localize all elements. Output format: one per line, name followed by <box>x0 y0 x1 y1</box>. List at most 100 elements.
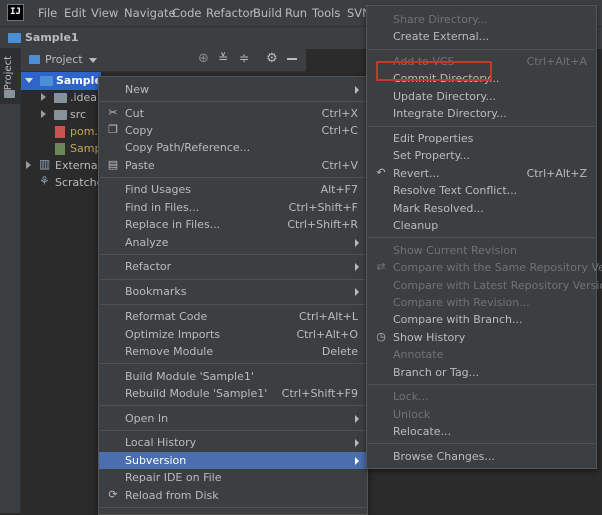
menu-item-compare-latest[interactable]: Compare with Latest Repository Version <box>367 277 602 294</box>
editor-area <box>369 465 602 513</box>
menu-item-analyze[interactable]: Analyze <box>99 234 367 251</box>
menu-separator <box>100 304 366 305</box>
menu-item-compare-revision[interactable]: Compare with Revision... <box>367 294 596 311</box>
menu-item-compare-same[interactable]: ⇄Compare with the Same Repository Versio… <box>367 259 602 276</box>
menu-item-paste[interactable]: ▤ Paste Ctrl+V <box>99 157 367 174</box>
menu-item-mark-resolved[interactable]: Mark Resolved... <box>367 200 596 217</box>
menu-item-lock[interactable]: Lock... <box>367 388 596 405</box>
menu-view[interactable]: View <box>91 6 118 20</box>
menu-item-local-history[interactable]: Local History <box>99 434 367 451</box>
subversion-submenu: Share Directory... Create External... Ad… <box>366 5 602 469</box>
expand-all-icon[interactable]: ≚ <box>218 51 228 65</box>
menu-separator <box>100 363 366 364</box>
menu-item-annotate[interactable]: Annotate <box>367 346 596 363</box>
menu-item-compare-branch[interactable]: Compare with Branch... <box>367 311 596 328</box>
menu-item-new[interactable]: New <box>99 81 367 98</box>
tree-src-label: src <box>70 108 87 121</box>
panel-dropdown-icon[interactable] <box>89 58 97 63</box>
menu-item-copy[interactable]: ❐ Copy Ctrl+C <box>99 122 367 139</box>
menu-item-subversion[interactable]: Subversion <box>99 452 367 469</box>
menu-code[interactable]: Code <box>172 6 201 20</box>
tree-row-src[interactable]: src <box>21 106 101 124</box>
menu-item-set-property[interactable]: Set Property... <box>367 147 596 164</box>
folder-icon <box>54 110 67 120</box>
tree-row-idea[interactable]: .idea <box>21 89 101 107</box>
menu-separator <box>100 101 366 102</box>
iml-file-icon <box>55 143 65 155</box>
tree-row-scratches[interactable]: ⚘ Scratches <box>21 174 109 192</box>
menu-item-browse-changes[interactable]: Browse Changes... <box>367 448 596 465</box>
copy-icon: ❐ <box>108 123 118 136</box>
menu-item-find-usages[interactable]: Find Usages Alt+F7 <box>99 181 367 198</box>
menu-separator <box>368 49 595 50</box>
submenu-arrow-icon <box>355 439 359 447</box>
menu-item-reformat-code[interactable]: Reformat Code Ctrl+Alt+L <box>99 308 367 325</box>
tree-row-external[interactable]: ▥ External L <box>21 157 110 175</box>
menu-separator <box>100 177 366 178</box>
panel-title[interactable]: Project <box>45 53 83 66</box>
menu-navigate[interactable]: Navigate <box>124 6 176 20</box>
tree-row-sample[interactable]: Sampl <box>21 140 104 158</box>
compare-icon: ⇄ <box>376 260 386 273</box>
menu-item-cleanup[interactable]: Cleanup <box>367 217 596 234</box>
menu-item-reload-from-disk[interactable]: ⟳ Reload from Disk <box>99 487 367 504</box>
menu-item-integrate-directory[interactable]: Integrate Directory... <box>367 105 596 122</box>
menu-item-rebuild-module[interactable]: Rebuild Module 'Sample1' Ctrl+Shift+F9 <box>99 385 367 402</box>
gear-icon[interactable]: ⚙ <box>266 51 278 66</box>
menu-item-edit-properties[interactable]: Edit Properties <box>367 130 596 147</box>
menu-item-copy-path[interactable]: Copy Path/Reference... <box>99 139 367 156</box>
menu-item-build-module[interactable]: Build Module 'Sample1' <box>99 368 367 385</box>
menu-item-refactor[interactable]: Refactor <box>99 258 367 275</box>
collapse-arrow-icon[interactable] <box>26 161 31 169</box>
menu-edit[interactable]: Edit <box>64 6 86 20</box>
menu-separator <box>368 443 595 444</box>
tool-window-strip <box>0 48 21 513</box>
menu-item-create-external[interactable]: Create External... <box>367 28 596 45</box>
menu-separator <box>100 405 366 406</box>
submenu-arrow-icon <box>355 86 359 94</box>
breadcrumb-project[interactable]: Sample1 <box>25 31 79 44</box>
menu-item-show-history[interactable]: ◷ Show History <box>367 329 596 346</box>
tree-idea-label: .idea <box>70 91 98 104</box>
menu-item-update-directory[interactable]: Update Directory... <box>367 88 596 105</box>
menu-item-optimize-imports[interactable]: Optimize Imports Ctrl+Alt+O <box>99 326 367 343</box>
cut-icon: ✂ <box>108 106 118 119</box>
menu-item-remove-module[interactable]: Remove Module Delete <box>99 343 367 360</box>
menu-item-resolve-conflict[interactable]: Resolve Text Conflict... <box>367 182 596 199</box>
menu-item-repair-ide[interactable]: Repair IDE on File <box>99 469 367 486</box>
menu-item-branch-or-tag[interactable]: Branch or Tag... <box>367 364 596 381</box>
menu-refactor[interactable]: Refactor <box>206 6 254 20</box>
collapse-arrow-icon[interactable] <box>41 93 46 101</box>
menu-item-show-current-revision[interactable]: Show Current Revision <box>367 242 596 259</box>
hide-icon[interactable] <box>287 58 297 60</box>
context-menu: New ✂ Cut Ctrl+X ❐ Copy Ctrl+C Copy Path/Ref… <box>98 76 368 515</box>
menu-build[interactable]: Build <box>253 6 282 20</box>
menu-item-bookmarks[interactable]: Bookmarks <box>99 283 367 300</box>
menu-separator <box>100 279 366 280</box>
menu-file[interactable]: File <box>38 6 57 20</box>
collapse-arrow-icon[interactable] <box>41 110 46 118</box>
menu-separator <box>368 237 595 238</box>
menu-tools[interactable]: Tools <box>312 6 340 20</box>
menu-item-unlock[interactable]: Unlock <box>367 406 596 423</box>
tree-row-root[interactable]: Sample1 <box>21 72 110 90</box>
menu-item-replace-in-files[interactable]: Replace in Files... Ctrl+Shift+R <box>99 216 367 233</box>
menu-item-open-in[interactable]: Open In <box>99 410 367 427</box>
menu-item-cut[interactable]: ✂ Cut Ctrl+X <box>99 105 367 122</box>
tree-row-pom[interactable]: pom.x <box>21 123 104 141</box>
paste-icon: ▤ <box>107 158 119 171</box>
folder-small-icon <box>4 90 15 98</box>
collapse-all-icon[interactable]: ≑ <box>239 51 249 65</box>
menu-item-find-in-files[interactable]: Find in Files... Ctrl+Shift+F <box>99 199 367 216</box>
maven-file-icon <box>55 126 65 138</box>
submenu-arrow-icon <box>355 288 359 296</box>
menu-run[interactable]: Run <box>285 6 307 20</box>
menu-item-revert[interactable]: ↶ Revert... Ctrl+Alt+Z <box>367 165 596 182</box>
menu-item-relocate[interactable]: Relocate... <box>367 423 596 440</box>
submenu-arrow-icon <box>355 457 359 465</box>
expand-arrow-icon[interactable] <box>25 78 33 83</box>
reload-icon: ⟳ <box>108 488 118 501</box>
locate-icon[interactable]: ⊕ <box>198 51 209 66</box>
revert-icon: ↶ <box>376 166 386 179</box>
menu-item-share-directory[interactable]: Share Directory... <box>367 11 596 28</box>
